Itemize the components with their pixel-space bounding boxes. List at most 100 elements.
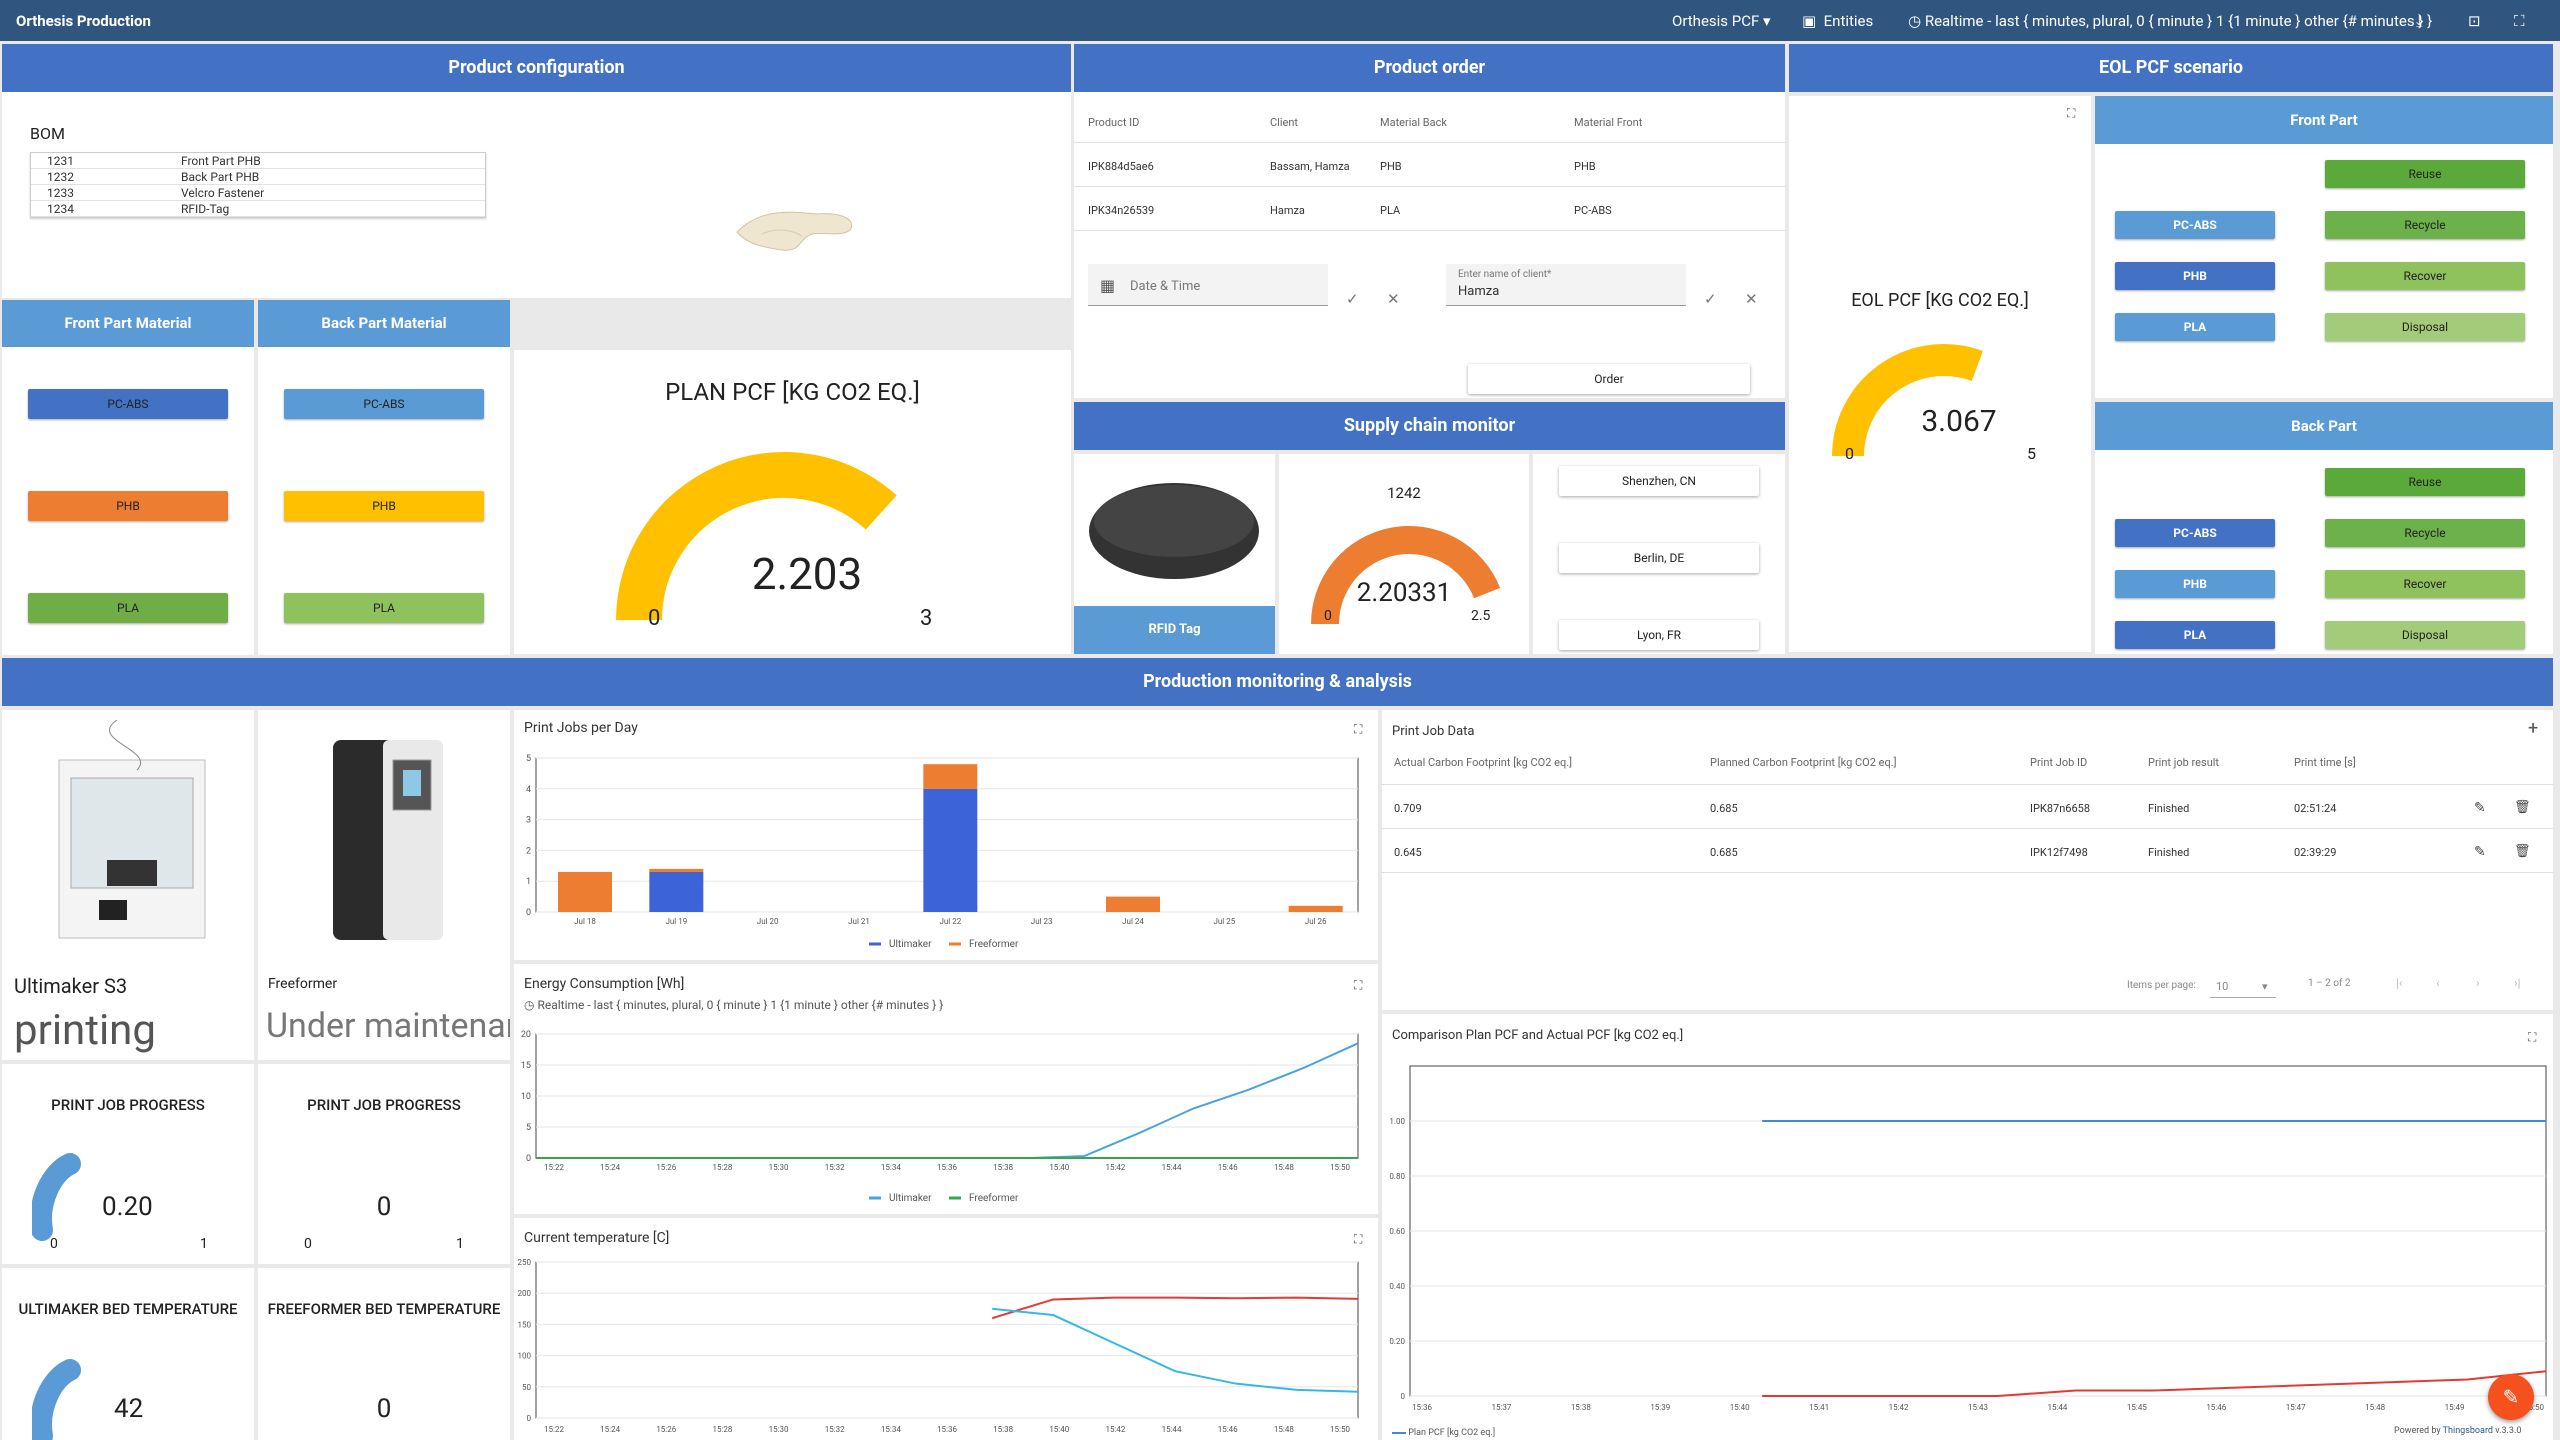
client-confirm-icon[interactable]: ✓	[1704, 290, 1717, 308]
rfid-tag-label[interactable]: RFID Tag	[1074, 606, 1275, 654]
timewindow-label: Realtime - last { minutes, plural, 0 { m…	[1924, 12, 2433, 30]
eol-action-reuse[interactable]: Reuse	[2325, 468, 2525, 496]
delete-icon[interactable]: 🗑	[2514, 844, 2531, 859]
ultimaker-status: printing	[14, 1006, 156, 1055]
bar	[923, 764, 978, 789]
eol-material-pc-abs[interactable]: PC-ABS	[2115, 211, 2275, 239]
rfid-card: RFID Tag	[1074, 454, 1275, 654]
bom-row: 1233 Velcro Fastener	[31, 185, 485, 201]
clock-icon: ◷	[1908, 12, 1922, 30]
supply-gauge-value: 2.20331	[1356, 578, 1452, 608]
x-tick-label: 15:32	[825, 1163, 845, 1172]
dashboard-selector[interactable]: Orthesis PCF ▾	[1672, 12, 1771, 30]
last-page-icon[interactable]: ›|	[2514, 976, 2521, 990]
first-page-icon[interactable]: |‹	[2396, 976, 2403, 990]
x-tick-label: 15:44	[2047, 1403, 2067, 1412]
eol-action-recover[interactable]: Recover	[2325, 262, 2525, 290]
date-confirm-icon[interactable]: ✓	[1346, 290, 1359, 308]
y-tick-label: 250	[518, 1258, 532, 1267]
entities-button[interactable]: ▣ Entities	[1802, 12, 1873, 30]
pjd-col-header: Print job result	[2148, 756, 2220, 769]
client-clear-icon[interactable]: ✕	[1745, 290, 1758, 308]
eol-material-phb[interactable]: PHB	[2115, 570, 2275, 598]
material-button-pc-abs[interactable]: PC-ABS	[284, 389, 484, 419]
order-button[interactable]: Order	[1468, 364, 1750, 394]
locations-panel: Shenzhen, CN Berlin, DE Lyon, FR	[1533, 454, 1785, 654]
edit-icon[interactable]: ✎	[2474, 844, 2486, 860]
material-button-pc-abs[interactable]: PC-ABS	[28, 389, 228, 419]
dashboard-title: Orthesis Production	[16, 12, 151, 30]
material-button-pla[interactable]: PLA	[28, 593, 228, 623]
x-tick-label: 15:48	[1274, 1425, 1294, 1434]
eol-action-recycle[interactable]: Recycle	[2325, 211, 2525, 239]
ultimaker-progress-gauge	[32, 1153, 81, 1241]
pjd-cell: 0.645	[1394, 846, 1422, 859]
x-tick-label: Jul 25	[1213, 917, 1235, 926]
add-icon[interactable]: +	[2528, 718, 2538, 739]
delete-icon[interactable]: 🗑	[2514, 800, 2531, 815]
bar	[1288, 905, 1343, 912]
items-per-page-select[interactable]: 10 ▾	[2210, 968, 2276, 998]
download-icon[interactable]: ⤓	[2416, 12, 2423, 30]
location-2[interactable]: Lyon, FR	[1559, 620, 1759, 650]
location-1[interactable]: Berlin, DE	[1559, 543, 1759, 573]
order-cell: PC-ABS	[1574, 204, 1612, 217]
x-tick-label: 15:49	[2445, 1403, 2465, 1412]
eol-action-disposal[interactable]: Disposal	[2325, 621, 2525, 649]
x-tick-label: 15:28	[712, 1163, 732, 1172]
order-col-header: Client	[1270, 116, 1299, 129]
pjd-col-header: Actual Carbon Footprint [kg CO2 eq.]	[1394, 756, 1573, 769]
eol-action-disposal[interactable]: Disposal	[2325, 313, 2525, 341]
eol-material-pc-abs[interactable]: PC-ABS	[2115, 519, 2275, 547]
prev-page-icon[interactable]: ‹	[2436, 976, 2440, 990]
x-tick-label: 15:41	[1809, 1403, 1829, 1412]
series-line	[1762, 1370, 2547, 1397]
timewindow-button[interactable]: ◷ Realtime - last { minutes, plural, 0 {…	[1908, 12, 2432, 30]
order-col-header: Material Back	[1380, 116, 1447, 129]
location-0[interactable]: Shenzhen, CN	[1559, 466, 1759, 496]
eol-material-pla[interactable]: PLA	[2115, 313, 2275, 341]
temperature-chart-card: Current temperature [C] ⛶ 0 50 100 150 200 25…	[514, 1218, 1378, 1440]
eol-material-phb[interactable]: PHB	[2115, 262, 2275, 290]
pjd-cell: Finished	[2148, 802, 2190, 815]
eol-action-recycle[interactable]: Recycle	[2325, 519, 2525, 547]
eol-fullscreen-icon[interactable]: ⛶	[2067, 106, 2075, 121]
y-tick-label: 5	[526, 1123, 531, 1133]
fullscreen-icon[interactable]: ⛶	[2514, 12, 2525, 30]
product-order-card: Product ID Client Material Back Material Fr…	[1074, 92, 1785, 398]
y-tick-label: 5	[526, 754, 531, 764]
footer-brand[interactable]: Thingsboard	[2443, 1426, 2493, 1436]
client-name-field[interactable]: Enter name of client* Hamza	[1446, 264, 1686, 306]
order-cell: Bassam, Hamza	[1270, 160, 1350, 173]
freeformer-bed-temp-card: FREEFORMER BED TEMPERATURE 0	[258, 1268, 510, 1440]
eol-material-pla[interactable]: PLA	[2115, 621, 2275, 649]
legend-label: Freeformer	[969, 938, 1019, 950]
next-page-icon[interactable]: ›	[2476, 976, 2480, 990]
eol-front-header: Front Part	[2095, 96, 2553, 144]
bom-label: BOM	[30, 124, 65, 143]
print-jobs-chart: 0 1 2 3 4 5 Jul 18 Jul 19 Jul 20 Jul 21 Jul 22 Jul …	[526, 754, 1359, 950]
material-button-phb[interactable]: PHB	[28, 491, 228, 521]
date-clear-icon[interactable]: ✕	[1387, 290, 1400, 308]
eol-action-reuse[interactable]: Reuse	[2325, 160, 2525, 188]
edit-icon[interactable]: ✎	[2474, 800, 2486, 816]
export-icon[interactable]: ⊡	[2468, 12, 2481, 30]
order-cell: PLA	[1380, 204, 1401, 217]
ultimaker-bed-temp-value: 42	[114, 1394, 144, 1424]
date-time-field[interactable]: ▦ Date & Time	[1088, 264, 1328, 306]
eol-action-recover[interactable]: Recover	[2325, 570, 2525, 598]
calendar-icon[interactable]: ▦	[1100, 276, 1115, 295]
divider	[1074, 186, 1785, 187]
y-tick-label: 1	[526, 877, 531, 887]
pjd-cell: 0.685	[1710, 846, 1738, 859]
x-tick-label: 15:37	[1491, 1403, 1511, 1412]
y-tick-label: 15	[521, 1061, 531, 1071]
material-button-pla[interactable]: PLA	[284, 593, 484, 623]
back-material-panel: PC-ABS PHB PLA	[258, 347, 510, 655]
ultimaker-progress-value: 0.20	[102, 1192, 153, 1222]
edit-fab-button[interactable]: ✎	[2488, 1374, 2534, 1420]
x-tick-label: 15:45	[2127, 1403, 2147, 1412]
material-button-phb[interactable]: PHB	[284, 491, 484, 521]
bom-row: 1234 RFID-Tag	[31, 201, 485, 217]
x-tick-label: 15:38	[1571, 1403, 1591, 1412]
